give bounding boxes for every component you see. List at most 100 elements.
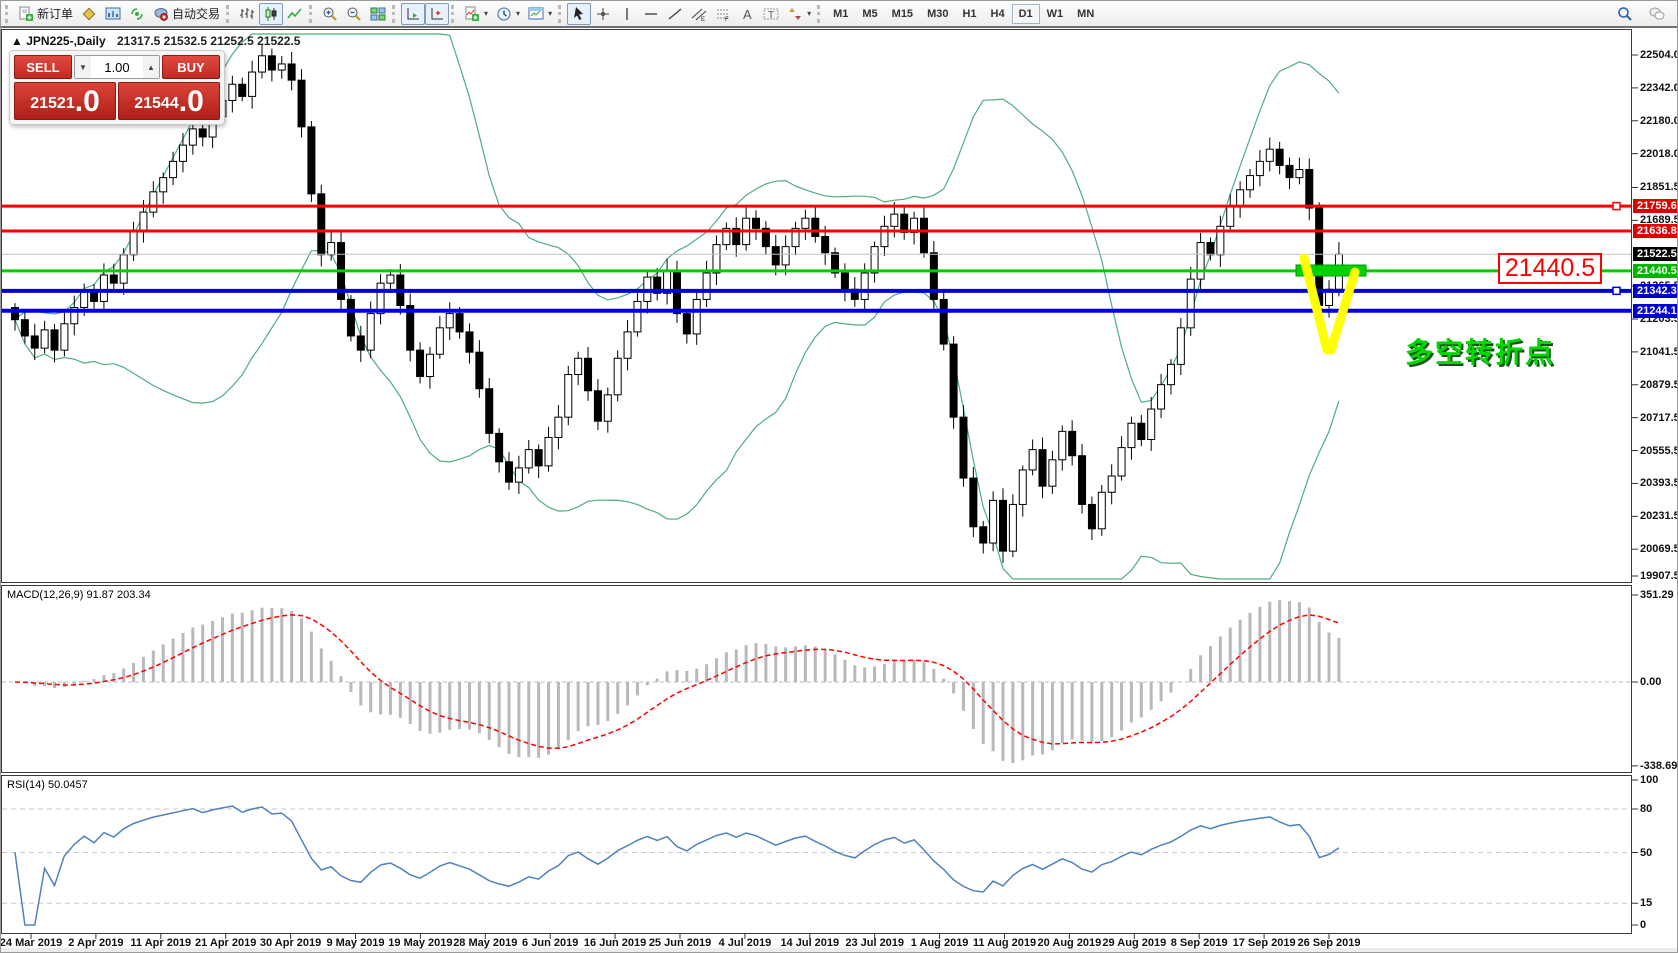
candle-body[interactable] [367, 314, 374, 351]
candle-body[interactable] [1237, 190, 1244, 206]
candle-body[interactable] [585, 358, 592, 390]
candle-body[interactable] [1266, 149, 1273, 161]
candle-body[interactable] [861, 273, 868, 299]
candle-body[interactable] [170, 161, 177, 177]
candle-body[interactable] [318, 194, 325, 255]
candle-body[interactable] [1128, 423, 1135, 447]
candle-body[interactable] [239, 84, 246, 96]
candle-body[interactable] [1049, 460, 1056, 486]
candle-body[interactable] [970, 478, 977, 527]
candle-body[interactable] [683, 314, 690, 334]
candle-body[interactable] [555, 417, 562, 437]
candle-body[interactable] [347, 299, 354, 336]
candle-body[interactable] [841, 273, 848, 289]
candle-body[interactable] [565, 375, 572, 418]
candle-body[interactable] [1167, 364, 1174, 384]
sell-button[interactable]: SELL [14, 55, 72, 79]
candle-body[interactable] [1019, 470, 1026, 505]
candle-body[interactable] [446, 314, 453, 328]
candle-body[interactable] [1009, 504, 1016, 551]
buy-button[interactable]: BUY [162, 55, 220, 79]
candle-body[interactable] [822, 236, 829, 252]
candle-body[interactable] [1069, 431, 1076, 455]
candle-body[interactable] [436, 328, 443, 354]
sell-price[interactable]: 21521 .0 [14, 82, 116, 120]
candle-body[interactable] [1138, 423, 1145, 439]
candle-body[interactable] [1187, 279, 1194, 328]
buy-price[interactable]: 21544 .0 [118, 82, 220, 120]
candle-body[interactable] [476, 352, 483, 389]
candle-body[interactable] [357, 336, 364, 350]
turning-point-note[interactable]: 多空转折点 [1405, 331, 1555, 371]
candle-body[interactable] [466, 332, 473, 352]
candle-body[interactable] [703, 273, 710, 299]
candle-body[interactable] [1108, 476, 1115, 492]
candle-body[interactable] [881, 226, 888, 246]
candle-body[interactable] [120, 255, 127, 283]
candle-body[interactable] [535, 450, 542, 466]
candle-body[interactable] [1059, 431, 1066, 459]
candle-body[interactable] [1158, 385, 1165, 409]
candle-body[interactable] [298, 80, 305, 127]
candle-body[interactable] [1098, 492, 1105, 529]
candle-body[interactable] [1039, 450, 1046, 487]
candle-body[interactable] [871, 247, 878, 273]
candle-body[interactable] [1079, 456, 1086, 505]
candle-body[interactable] [199, 129, 206, 137]
price-callout-label[interactable]: 21440.5 [1498, 253, 1602, 284]
candle-body[interactable] [1148, 409, 1155, 439]
candle-body[interactable] [189, 129, 196, 145]
candle-body[interactable] [693, 299, 700, 334]
candle-body[interactable] [772, 247, 779, 265]
candle-body[interactable] [1197, 243, 1204, 280]
candle-body[interactable] [1000, 500, 1007, 551]
collapse-arrow-icon[interactable]: ▲ [11, 34, 23, 48]
candle-body[interactable] [417, 350, 424, 376]
candle-body[interactable] [545, 437, 552, 465]
candle-body[interactable] [940, 299, 947, 344]
line-endpoint-marker[interactable] [1613, 203, 1620, 210]
candle-body[interactable] [81, 291, 88, 307]
candle-body[interactable] [426, 354, 433, 376]
candle-body[interactable] [506, 462, 513, 482]
candle-body[interactable] [229, 84, 236, 100]
candle-body[interactable] [812, 218, 819, 236]
candle-body[interactable] [278, 64, 285, 70]
candle-body[interactable] [1177, 328, 1184, 365]
candle-body[interactable] [1247, 176, 1254, 190]
candle-body[interactable] [1227, 206, 1234, 226]
candle-body[interactable] [486, 389, 493, 434]
candle-body[interactable] [891, 214, 898, 226]
candle-body[interactable] [268, 56, 275, 70]
candle-body[interactable] [1207, 243, 1214, 255]
candle-body[interactable] [100, 275, 107, 301]
candle-body[interactable] [515, 468, 522, 482]
candle-body[interactable] [782, 247, 789, 265]
candle-body[interactable] [1029, 450, 1036, 470]
chart-canvas[interactable] [1, 1, 1678, 953]
volume-up-icon[interactable]: ▲ [143, 56, 159, 78]
candle-body[interactable] [110, 275, 117, 283]
candle-body[interactable] [614, 358, 621, 395]
candle-body[interactable] [387, 275, 394, 283]
candle-body[interactable] [1286, 165, 1293, 177]
candle-body[interactable] [456, 314, 463, 332]
candle-body[interactable] [21, 320, 28, 336]
candle-body[interactable] [51, 330, 58, 350]
volume-down-icon[interactable]: ▼ [75, 56, 91, 78]
candle-body[interactable] [1088, 504, 1095, 528]
candle-body[interactable] [1256, 161, 1263, 175]
candle-body[interactable] [308, 127, 315, 194]
candle-body[interactable] [604, 395, 611, 421]
candle-body[interactable] [150, 192, 157, 212]
candle-body[interactable] [634, 301, 641, 331]
candle-body[interactable] [259, 56, 266, 72]
candle-body[interactable] [753, 218, 760, 228]
candle-body[interactable] [1276, 149, 1283, 165]
candle-body[interactable] [1306, 169, 1313, 208]
candle-body[interactable] [328, 243, 335, 255]
candle-body[interactable] [594, 391, 601, 421]
candle-body[interactable] [179, 145, 186, 161]
candle-body[interactable] [41, 330, 48, 348]
candle-body[interactable] [990, 500, 997, 543]
